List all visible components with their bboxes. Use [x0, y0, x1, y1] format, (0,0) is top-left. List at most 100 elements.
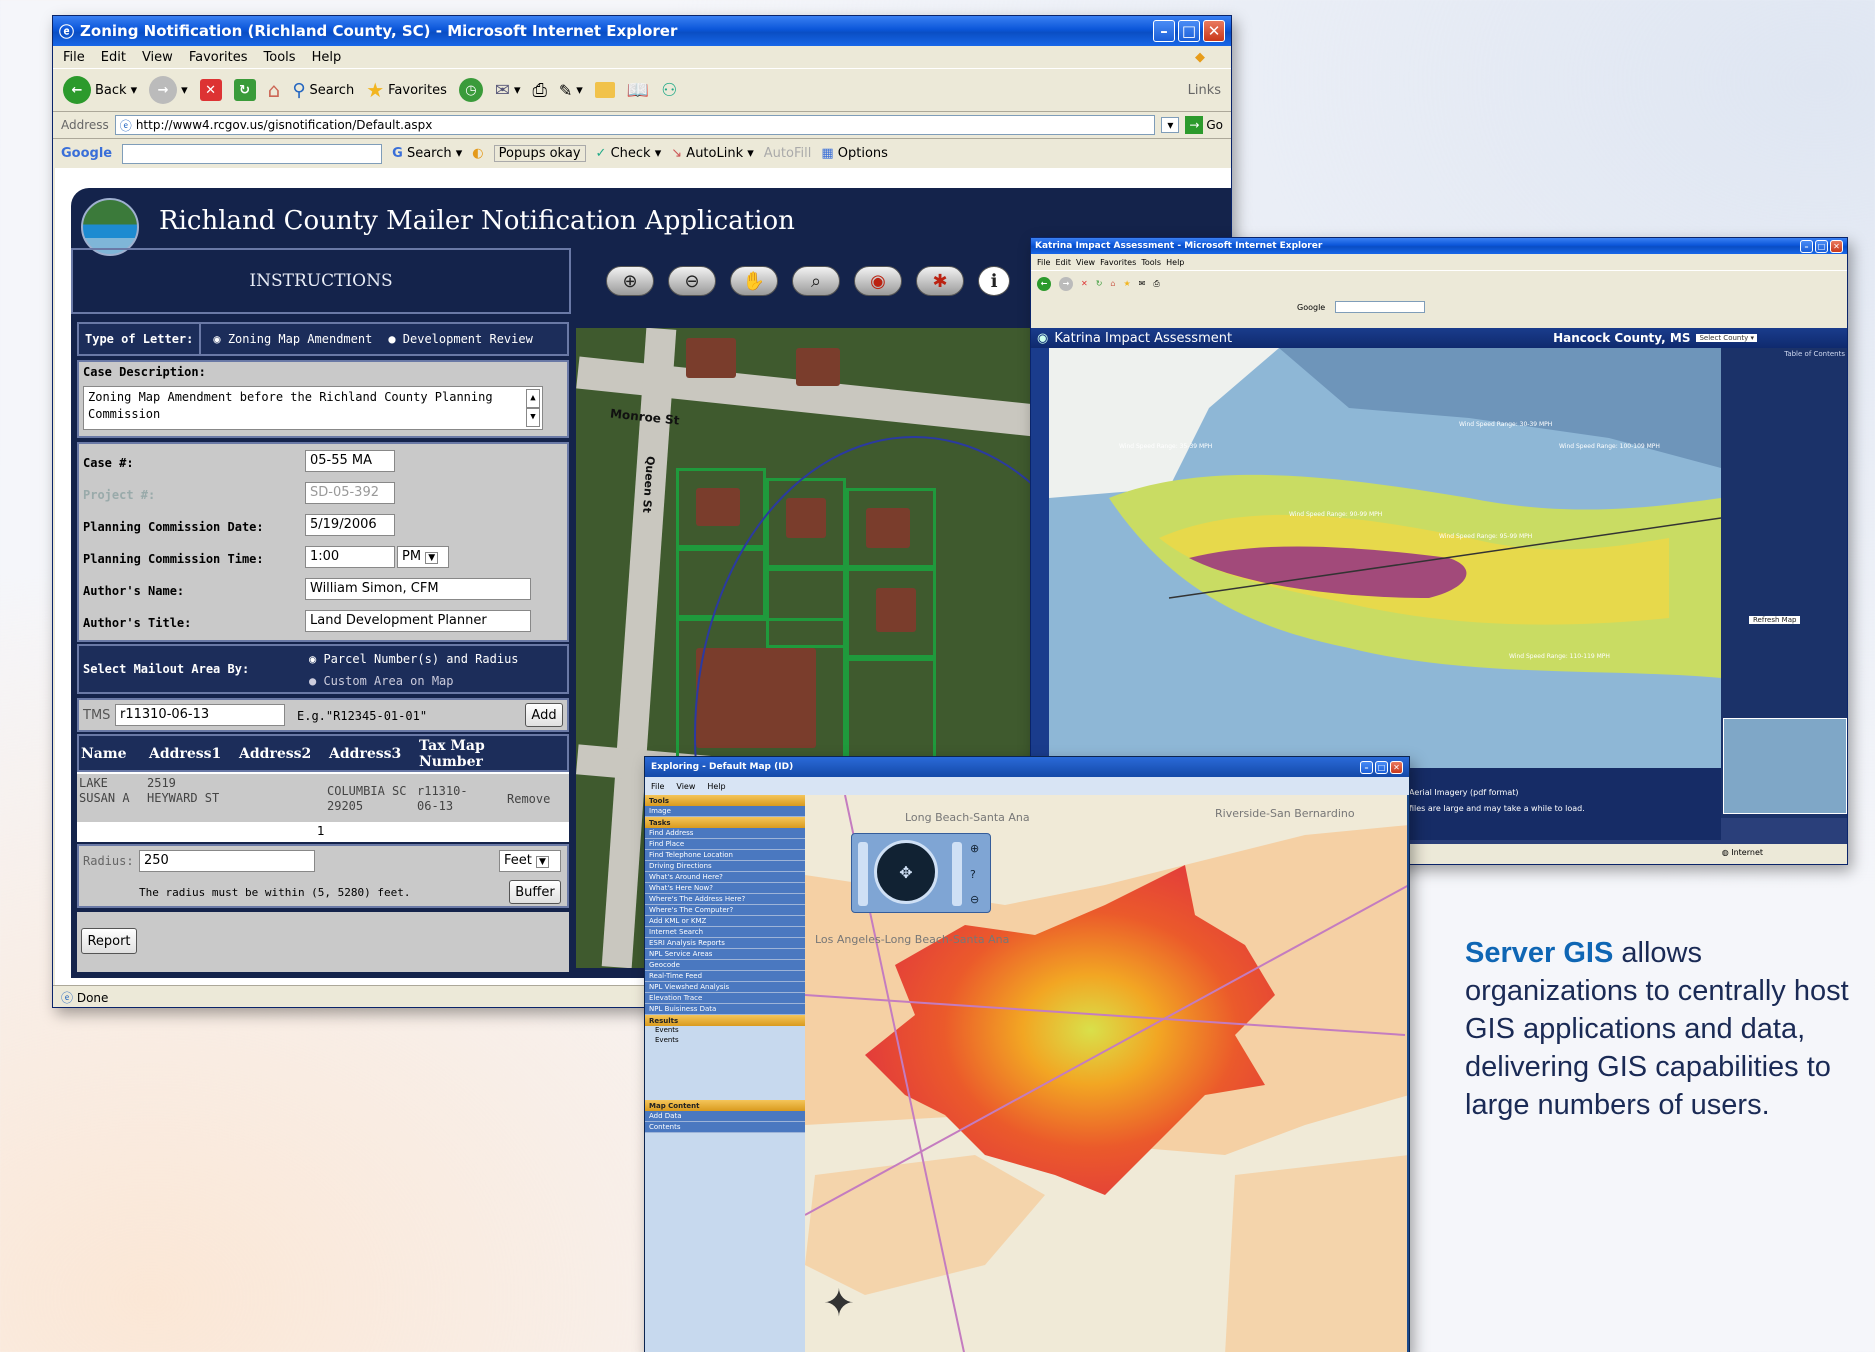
home-icon[interactable]: ⌂: [1110, 279, 1115, 288]
zoom-in-icon[interactable]: ⊕: [970, 842, 986, 855]
task-item[interactable]: Real-Time Feed: [645, 971, 805, 982]
close-button[interactable]: ✕: [1390, 760, 1403, 774]
author-title-field[interactable]: Land Development Planner: [305, 610, 531, 632]
forward-arrow-icon[interactable]: →: [1059, 276, 1073, 291]
autolink-button[interactable]: ↘ AutoLink ▾: [671, 146, 754, 161]
messenger-button[interactable]: ⚇: [661, 80, 677, 101]
compass-dial-icon[interactable]: ✥: [874, 840, 938, 904]
menu-tools[interactable]: Tools: [264, 50, 296, 65]
full-extent-icon[interactable]: ⌕: [792, 266, 840, 296]
address-dropdown-icon[interactable]: ▾: [1161, 117, 1180, 133]
search-button[interactable]: ⚲ Search: [292, 80, 354, 101]
research-button[interactable]: 📖: [627, 80, 649, 101]
menu-help[interactable]: Help: [312, 50, 342, 65]
navigation-widget[interactable]: ✥ ⊕? ⊖: [851, 833, 991, 913]
scroll-down-icon[interactable]: ▼: [526, 408, 540, 427]
refresh-map-button[interactable]: Refresh Map: [1749, 616, 1801, 624]
task-item[interactable]: ESRI Analysis Reports: [645, 938, 805, 949]
katrina-map[interactable]: Wind Speed Range: 35-39 MPH Wind Speed R…: [1049, 348, 1721, 768]
project-number-field[interactable]: SD-05-392: [305, 482, 395, 504]
tms-field[interactable]: r11310-06-13: [115, 704, 285, 726]
instructions-tab[interactable]: INSTRUCTIONS: [71, 248, 571, 314]
task-item[interactable]: Find Address: [645, 828, 805, 839]
report-button[interactable]: Report: [81, 928, 137, 954]
google-logo[interactable]: Google: [61, 146, 112, 161]
history-button[interactable]: ◷: [458, 78, 483, 102]
zoom-out-icon[interactable]: ⊖: [970, 893, 986, 906]
refresh-icon[interactable]: ↻: [1096, 279, 1103, 288]
task-item[interactable]: Find Telephone Location: [645, 850, 805, 861]
buffer-button[interactable]: Buffer: [509, 880, 561, 904]
mail-icon[interactable]: ✉: [1139, 279, 1146, 288]
remove-link[interactable]: Remove: [507, 792, 550, 807]
result-item[interactable]: Events: [645, 1036, 805, 1046]
county-select[interactable]: Select County ▾: [1696, 334, 1757, 342]
stop-button[interactable]: ✕: [199, 79, 222, 101]
google-search-button[interactable]: G Search ▾: [392, 146, 462, 161]
task-item[interactable]: NPL Viewshed Analysis: [645, 982, 805, 993]
spellcheck-button[interactable]: ✓ Check ▾: [596, 146, 662, 161]
heat-map[interactable]: Long Beach-Santa Ana Los Angeles-Long Be…: [805, 795, 1407, 1352]
folder-button[interactable]: [594, 82, 615, 98]
task-item[interactable]: Where's The Address Here?: [645, 894, 805, 905]
scroll-up-icon[interactable]: ▲: [526, 389, 540, 408]
zoom-in-icon[interactable]: ⊕: [606, 266, 654, 296]
minimize-button[interactable]: –: [1153, 20, 1175, 42]
custom-area-radio[interactable]: ● Custom Area on Map: [309, 674, 454, 688]
task-item[interactable]: Find Place: [645, 839, 805, 850]
google-label[interactable]: Google: [1297, 303, 1325, 312]
task-item[interactable]: Where's The Computer?: [645, 905, 805, 916]
forward-button[interactable]: → ▾: [149, 76, 188, 104]
task-item[interactable]: What's Around Here?: [645, 872, 805, 883]
tools-section[interactable]: Tools: [645, 795, 805, 806]
aerial-imagery-link[interactable]: Aerial Imagery (pdf format): [1409, 788, 1519, 797]
result-item[interactable]: Events: [645, 1026, 805, 1036]
close-button[interactable]: ✕: [1830, 239, 1843, 253]
autofill-button[interactable]: AutoFill: [764, 146, 812, 161]
maximize-button[interactable]: □: [1178, 20, 1200, 42]
printer-icon[interactable]: ⎙: [1153, 279, 1159, 289]
content-item[interactable]: Add Data: [645, 1111, 805, 1122]
task-item[interactable]: Driving Directions: [645, 861, 805, 872]
task-item[interactable]: Add KML or KMZ: [645, 916, 805, 927]
mail-button[interactable]: ✉ ▾: [495, 80, 521, 101]
menu-edit[interactable]: Edit: [101, 50, 126, 65]
parcel-radius-radio[interactable]: ◉ Parcel Number(s) and Radius: [309, 652, 519, 666]
overview-map[interactable]: [1723, 718, 1847, 814]
menu-file[interactable]: File: [651, 782, 664, 791]
menu-view[interactable]: View: [142, 50, 173, 65]
page-number[interactable]: 1: [317, 824, 325, 838]
menu-view[interactable]: View: [676, 782, 695, 791]
case-number-field[interactable]: 05-55 MA: [305, 450, 395, 472]
options-button[interactable]: ▦ Options: [821, 146, 888, 161]
case-description-textarea[interactable]: Zoning Map Amendment before the Richland…: [83, 386, 543, 430]
menu-help[interactable]: Help: [707, 782, 725, 791]
map-content-section[interactable]: Map Content: [645, 1100, 805, 1111]
radius-field[interactable]: 250: [139, 850, 315, 872]
links-label[interactable]: Links: [1188, 83, 1221, 98]
google-search-field[interactable]: [122, 143, 383, 164]
tilt-slider[interactable]: [858, 842, 868, 906]
star-icon[interactable]: ★: [1123, 279, 1130, 288]
task-item[interactable]: Internet Search: [645, 927, 805, 938]
home-button[interactable]: ⌂: [268, 78, 281, 102]
help-icon[interactable]: ?: [970, 868, 986, 881]
menu-file[interactable]: File: [63, 50, 85, 65]
zoning-map-amendment-radio[interactable]: ◉ Zoning Map Amendment: [213, 332, 372, 346]
pan-icon[interactable]: ✋: [730, 266, 778, 296]
back-arrow-icon[interactable]: ←: [1037, 276, 1051, 291]
edit-button[interactable]: ✎ ▾: [559, 81, 583, 100]
zoom-out-icon[interactable]: ⊖: [668, 266, 716, 296]
content-item[interactable]: Contents: [645, 1122, 805, 1133]
task-item[interactable]: Elevation Trace: [645, 993, 805, 1004]
zoom-slider[interactable]: [952, 842, 962, 906]
tasks-section[interactable]: Tasks: [645, 817, 805, 828]
pc-date-field[interactable]: 5/19/2006: [305, 514, 395, 536]
info-icon[interactable]: ℹ: [978, 266, 1010, 296]
clear-icon[interactable]: ✱: [916, 266, 964, 296]
task-item[interactable]: What's Here Now?: [645, 883, 805, 894]
radius-unit-select[interactable]: Feet ▼: [499, 850, 561, 872]
task-item[interactable]: NPL Service Areas: [645, 949, 805, 960]
development-review-radio[interactable]: ● Development Review: [388, 332, 533, 346]
nav-buttons[interactable]: ⊕? ⊖: [970, 842, 986, 906]
